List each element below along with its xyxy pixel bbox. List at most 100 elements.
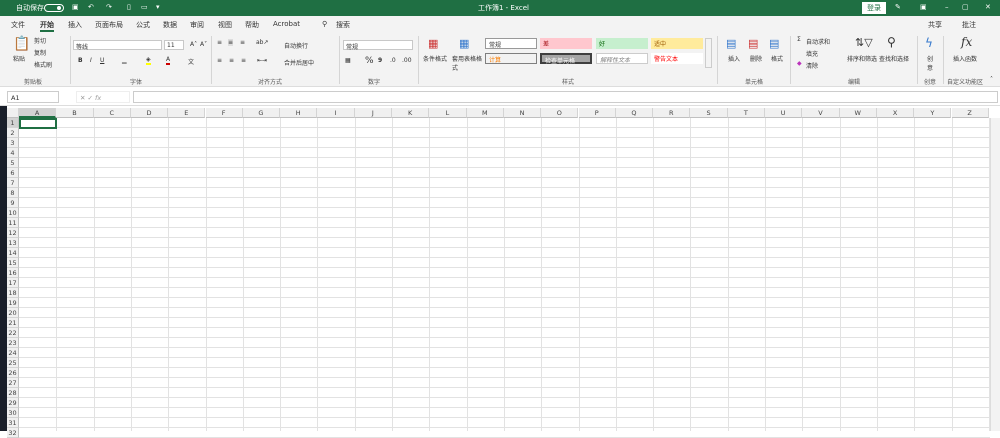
column-header-C[interactable]: C bbox=[93, 108, 131, 118]
row-header-5[interactable]: 5 bbox=[7, 158, 19, 168]
row-header-1[interactable]: 1 bbox=[7, 118, 19, 128]
tab-insert[interactable]: 插入 bbox=[68, 20, 82, 30]
select-all-corner[interactable] bbox=[7, 108, 19, 118]
format-cells-button[interactable]: 格式 bbox=[771, 54, 783, 63]
align-top-icon[interactable]: ≡ bbox=[217, 39, 222, 46]
delete-cells-icon[interactable]: ▤ bbox=[748, 37, 758, 50]
column-header-H[interactable]: H bbox=[280, 108, 318, 118]
row-header-30[interactable]: 30 bbox=[7, 408, 19, 418]
column-header-L[interactable]: L bbox=[429, 108, 467, 118]
row-header-24[interactable]: 24 bbox=[7, 348, 19, 358]
align-bottom-icon[interactable]: ≡ bbox=[240, 39, 245, 46]
italic-button[interactable]: I bbox=[90, 57, 92, 64]
align-left-icon[interactable]: ≡ bbox=[217, 57, 222, 64]
vertical-scrollbar[interactable] bbox=[990, 118, 1000, 431]
style-warning[interactable]: 警告文本 bbox=[651, 53, 703, 64]
insert-function-button[interactable]: 插入函数 bbox=[953, 54, 977, 63]
row-header-11[interactable]: 11 bbox=[7, 218, 19, 228]
indent-icon[interactable]: ⇤⇥ bbox=[257, 57, 267, 64]
format-cells-icon[interactable]: ▤ bbox=[769, 37, 779, 50]
formula-input[interactable] bbox=[133, 91, 998, 103]
tab-view[interactable]: 视图 bbox=[218, 20, 232, 30]
autosum-button[interactable]: 自动求和 bbox=[806, 37, 830, 46]
column-header-Q[interactable]: Q bbox=[615, 108, 654, 118]
row-header-23[interactable]: 23 bbox=[7, 338, 19, 348]
style-neutral[interactable]: 适中 bbox=[651, 38, 703, 49]
row-header-17[interactable]: 17 bbox=[7, 278, 19, 288]
wrap-text-button[interactable]: 自动换行 bbox=[284, 41, 308, 50]
column-header-E[interactable]: E bbox=[168, 108, 206, 118]
create-button[interactable]: 创意 bbox=[927, 54, 935, 72]
name-box[interactable]: A1 bbox=[7, 91, 59, 103]
row-header-16[interactable]: 16 bbox=[7, 268, 19, 278]
row-header-21[interactable]: 21 bbox=[7, 318, 19, 328]
column-header-A[interactable]: A bbox=[19, 108, 57, 118]
open-icon[interactable]: ▭ bbox=[141, 3, 148, 11]
border-icon[interactable]: ▁ bbox=[122, 57, 127, 64]
orientation-icon[interactable]: ab↗ bbox=[256, 39, 269, 46]
find-select-button[interactable]: 查找和选择 bbox=[879, 54, 909, 63]
column-header-S[interactable]: S bbox=[690, 108, 728, 118]
lightning-icon[interactable]: ϟ bbox=[925, 36, 933, 50]
maximize-button[interactable]: ▢ bbox=[962, 3, 969, 11]
row-header-18[interactable]: 18 bbox=[7, 288, 19, 298]
column-header-Z[interactable]: Z bbox=[951, 108, 989, 118]
align-middle-icon[interactable]: ≡ bbox=[228, 39, 234, 46]
column-header-D[interactable]: D bbox=[130, 108, 169, 118]
tab-data[interactable]: 数据 bbox=[163, 20, 177, 30]
decrease-font-icon[interactable]: A˅ bbox=[200, 41, 207, 48]
fill-color-icon[interactable]: ◈ bbox=[146, 56, 151, 65]
redo-icon[interactable]: ↷ bbox=[106, 3, 112, 11]
row-header-7[interactable]: 7 bbox=[7, 178, 19, 188]
delete-cells-button[interactable]: 删除 bbox=[750, 54, 762, 63]
sort-filter-icon[interactable]: ⇅▽ bbox=[855, 36, 873, 49]
align-center-icon[interactable]: ≡ bbox=[229, 57, 234, 64]
row-header-10[interactable]: 10 bbox=[7, 208, 19, 218]
row-header-31[interactable]: 31 bbox=[7, 418, 19, 428]
column-header-U[interactable]: U bbox=[765, 108, 803, 118]
column-header-O[interactable]: O bbox=[541, 108, 579, 118]
row-header-29[interactable]: 29 bbox=[7, 398, 19, 408]
underline-button[interactable]: U bbox=[100, 57, 104, 64]
format-table-button[interactable]: 套用表格格式 bbox=[452, 54, 482, 72]
column-header-Y[interactable]: Y bbox=[914, 108, 952, 118]
style-good[interactable]: 好 bbox=[596, 38, 648, 49]
spreadsheet-grid[interactable]: A B C D E F G H I J K L M N O P Q R S T U V W X Y Z 1 2 3 4 5 6 7 8 9 10 11 1… bbox=[0, 108, 1000, 438]
row-header-22[interactable]: 22 bbox=[7, 328, 19, 338]
conditional-format-icon[interactable]: ▦ bbox=[428, 37, 438, 50]
column-header-V[interactable]: V bbox=[802, 108, 840, 118]
column-header-F[interactable]: F bbox=[205, 108, 243, 118]
column-header-N[interactable]: N bbox=[503, 108, 542, 118]
sign-in-button[interactable]: 登录 bbox=[862, 2, 886, 14]
currency-icon[interactable]: ▦ bbox=[345, 57, 351, 64]
column-header-T[interactable]: T bbox=[727, 108, 765, 118]
search-label[interactable]: 搜索 bbox=[336, 20, 350, 30]
row-header-28[interactable]: 28 bbox=[7, 388, 19, 398]
new-file-icon[interactable]: ▯ bbox=[127, 3, 131, 11]
align-right-icon[interactable]: ≡ bbox=[241, 57, 246, 64]
tab-formulas[interactable]: 公式 bbox=[136, 20, 150, 30]
increase-decimal-icon[interactable]: .0 bbox=[390, 57, 396, 64]
row-header-19[interactable]: 19 bbox=[7, 298, 19, 308]
search-icon[interactable]: ⚲ bbox=[322, 20, 327, 28]
customize-qat-icon[interactable]: ▾ bbox=[156, 3, 160, 11]
row-header-32[interactable]: 32 bbox=[7, 428, 19, 438]
insert-cells-icon[interactable]: ▤ bbox=[726, 37, 736, 50]
conditional-format-button[interactable]: 条件格式 bbox=[423, 54, 447, 63]
clear-icon[interactable]: ◆ bbox=[797, 60, 802, 67]
tab-file[interactable]: 文件 bbox=[11, 20, 25, 30]
paste-button[interactable]: 粘贴 bbox=[13, 54, 25, 63]
style-check-cell[interactable]: 检查单元格 bbox=[540, 53, 592, 65]
merge-center-button[interactable]: 合并后居中 bbox=[284, 58, 314, 67]
row-header-6[interactable]: 6 bbox=[7, 168, 19, 178]
column-header-J[interactable]: J bbox=[354, 108, 392, 118]
column-header-W[interactable]: W bbox=[839, 108, 877, 118]
font-size-select[interactable]: 11 bbox=[164, 40, 184, 50]
row-header-8[interactable]: 8 bbox=[7, 188, 19, 198]
comments-button[interactable]: 批注 bbox=[962, 20, 976, 30]
row-header-13[interactable]: 13 bbox=[7, 238, 19, 248]
column-header-B[interactable]: B bbox=[56, 108, 94, 118]
style-calculation[interactable]: 计算 bbox=[485, 53, 537, 64]
row-header-25[interactable]: 25 bbox=[7, 358, 19, 368]
decrease-decimal-icon[interactable]: .00 bbox=[402, 57, 412, 64]
